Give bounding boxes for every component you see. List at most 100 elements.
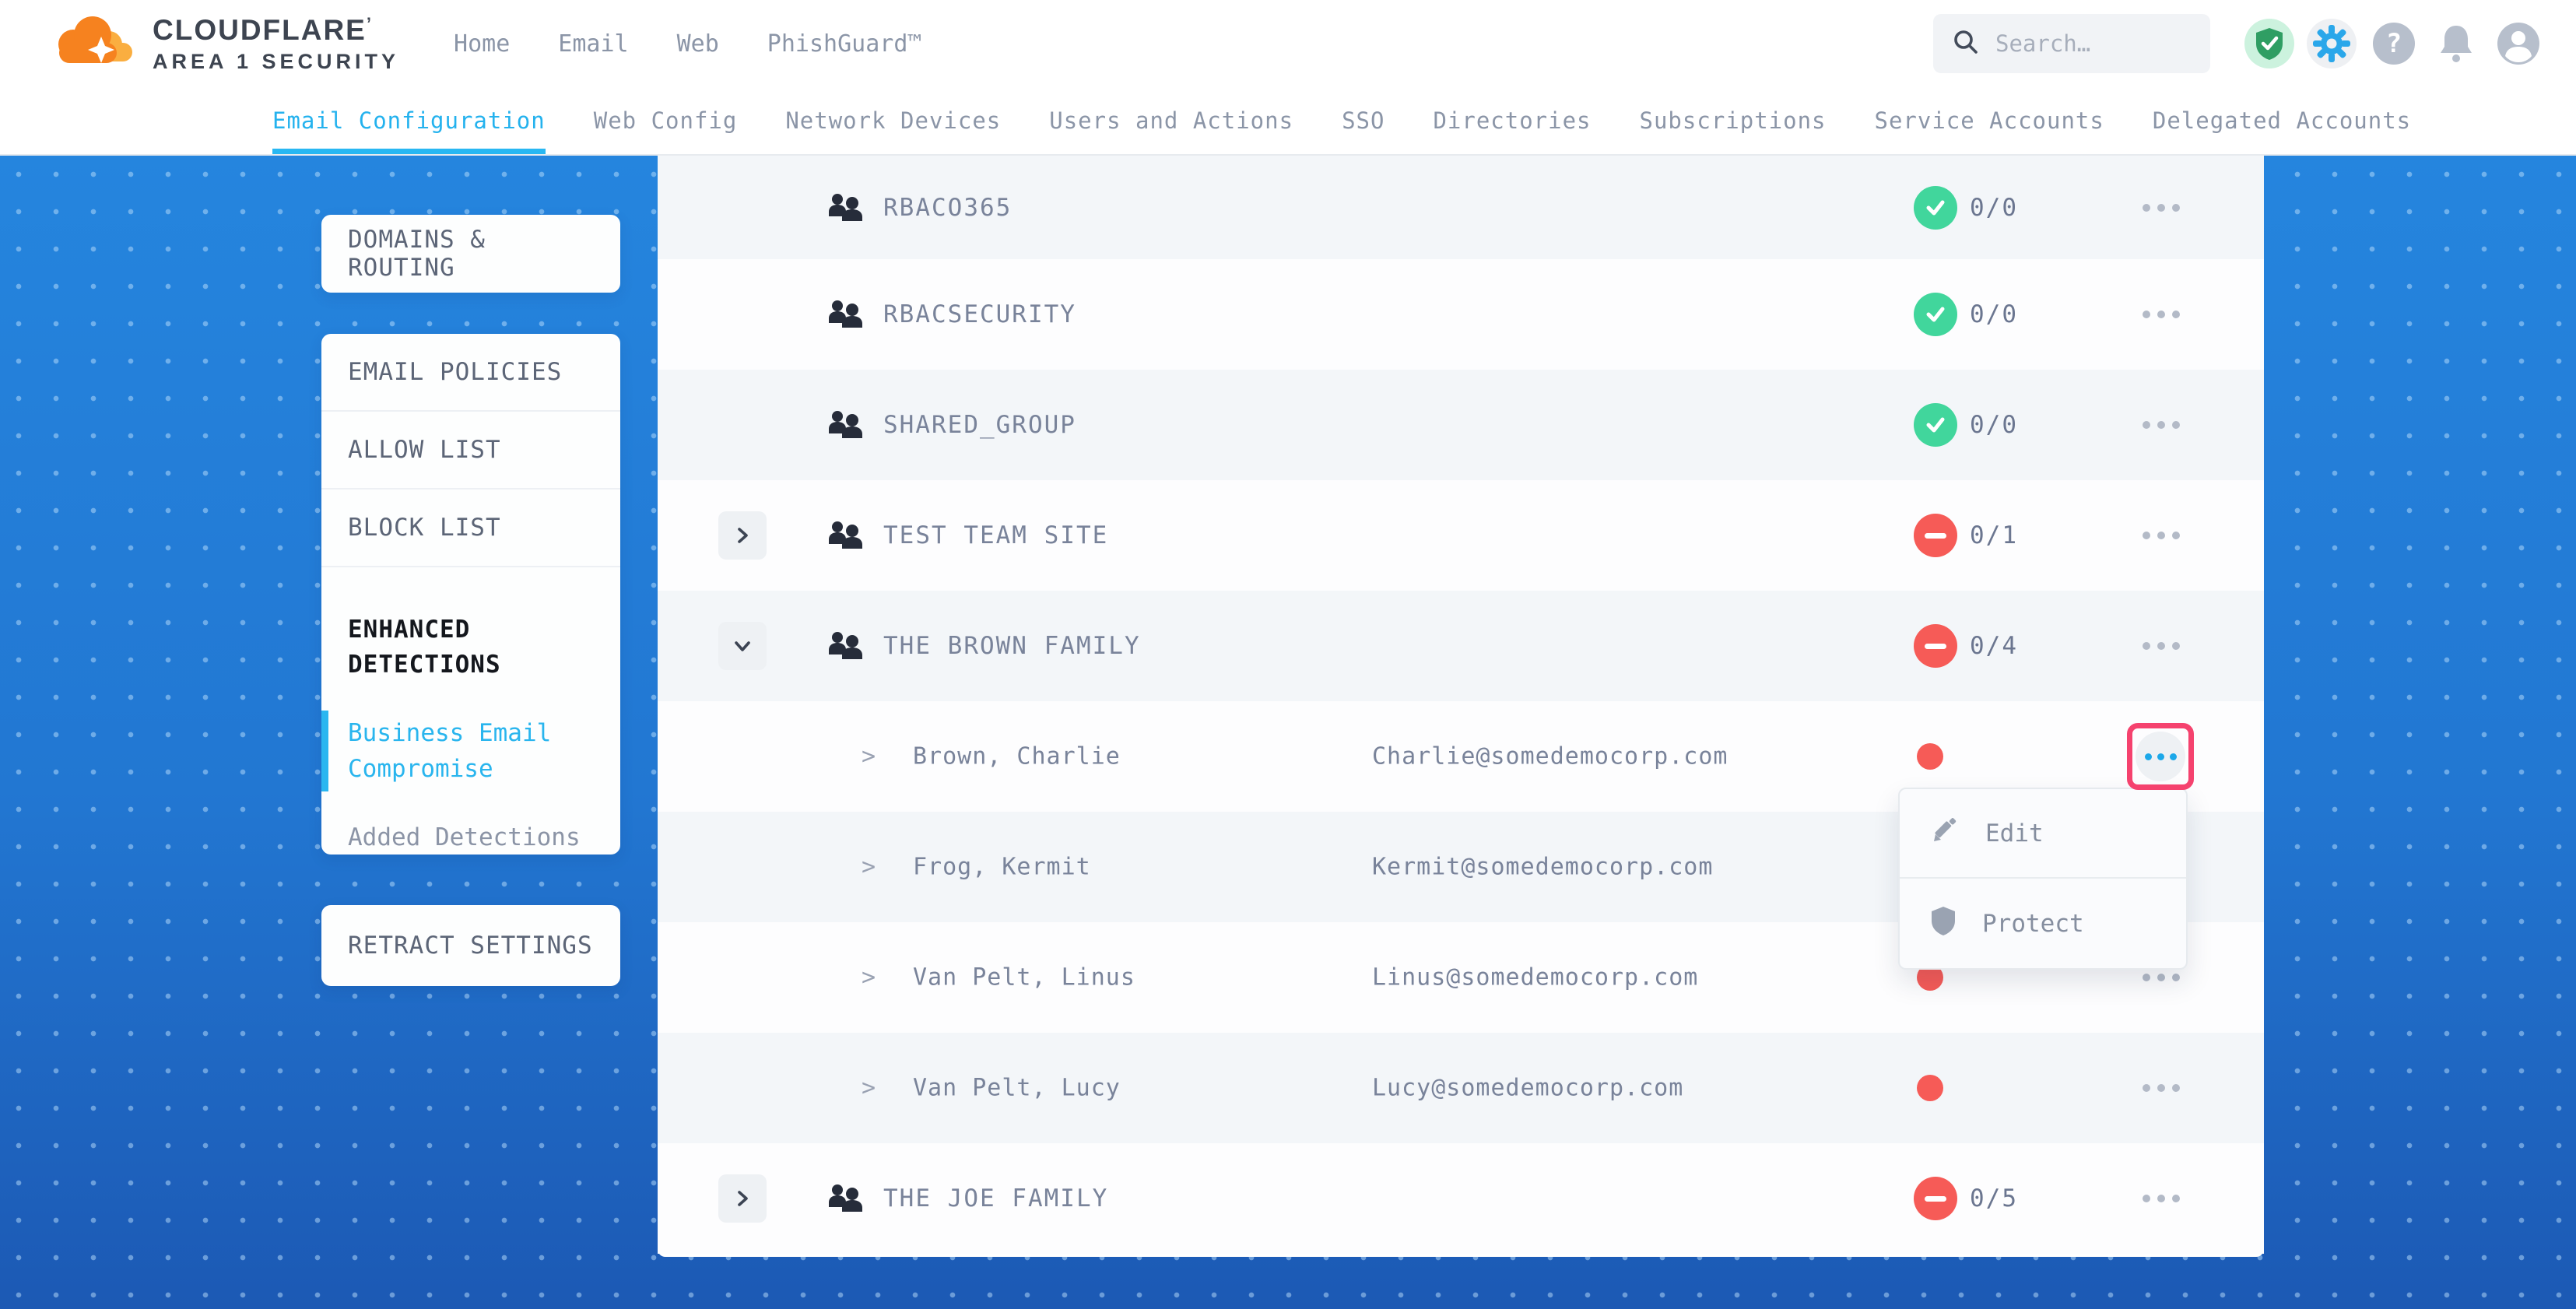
top-right-controls: ? xyxy=(1933,0,2543,87)
group-name: RBACSECURITY xyxy=(883,300,1076,328)
content-area: DOMAINS & ROUTING EMAIL POLICIESALLOW LIS… xyxy=(0,156,2576,1309)
user-email: Lucy@somedemocorp.com xyxy=(1372,1075,1683,1102)
table-row-group-shared-group: SHARED_GROUP0/0 xyxy=(658,370,2264,480)
protection-count: 0/0 xyxy=(1970,300,2018,328)
user-expand-chevron[interactable]: > xyxy=(862,854,876,881)
protection-count: 0/1 xyxy=(1970,521,2018,549)
tab-subscriptions[interactable]: Subscriptions xyxy=(1640,87,1827,154)
nav-link-phishguard[interactable]: PhishGuard™ xyxy=(767,30,922,58)
sidebar-item-business-email-compromise[interactable]: Business Email Compromise xyxy=(348,715,581,787)
row-actions-button[interactable] xyxy=(2136,732,2185,781)
group-people-icon xyxy=(827,300,863,329)
brand-subtitle: AREA 1 SECURITY xyxy=(153,51,399,72)
help-icon[interactable]: ? xyxy=(2369,19,2419,68)
minus-glyph xyxy=(1925,644,1946,649)
user-email: Linus@somedemocorp.com xyxy=(1372,964,1698,991)
user-expand-chevron[interactable]: > xyxy=(862,743,876,770)
sidebar-item-domains-routing[interactable]: DOMAINS & ROUTING xyxy=(321,215,620,293)
gear-icon[interactable] xyxy=(2307,19,2357,68)
minus-glyph xyxy=(1925,1196,1946,1202)
sidebar-card: RETRACT SETTINGS xyxy=(321,905,620,986)
shield-check-icon[interactable] xyxy=(2244,19,2294,68)
status-alert-badge xyxy=(1914,1177,1957,1220)
group-people-icon xyxy=(827,521,863,550)
table-row-user-van-pelt-lucy: > Van Pelt, Lucy Lucy@somedemocorp.com xyxy=(658,1033,2264,1143)
tab-directories[interactable]: Directories xyxy=(1433,87,1591,154)
nav-link-web[interactable]: Web xyxy=(677,30,719,58)
tab-delegated-accounts[interactable]: Delegated Accounts xyxy=(2153,87,2411,154)
row-actions-button[interactable] xyxy=(2143,311,2180,318)
sidebar-item-allow-list[interactable]: ALLOW LIST xyxy=(321,412,620,490)
logo-text: CLOUDFLARE’ AREA 1 SECURITY xyxy=(153,16,399,72)
table-row-group-test-team-site: TEST TEAM SITE 0/1 xyxy=(658,480,2264,591)
tab-web-config[interactable]: Web Config xyxy=(594,87,738,154)
sidebar-item-email-policies[interactable]: EMAIL POLICIES xyxy=(321,334,620,412)
menu-item-label: Protect xyxy=(1982,910,2084,938)
sidebar-item-added-detections[interactable]: Added Detections xyxy=(348,819,581,855)
protection-count: 0/5 xyxy=(1970,1184,2018,1212)
tab-sso[interactable]: SSO xyxy=(1342,87,1385,154)
menu-item-edit[interactable]: Edit xyxy=(1900,789,2186,879)
tab-email-configuration[interactable]: Email Configuration xyxy=(272,87,546,154)
search-icon xyxy=(1952,28,1980,59)
user-name: Frog, Kermit xyxy=(913,854,1091,881)
status-alert-badge xyxy=(1914,624,1957,668)
expand-row-button[interactable] xyxy=(718,511,767,560)
table-row-group-the-brown-family: THE BROWN FAMILY 0/4 xyxy=(658,591,2264,701)
protection-count: 0/0 xyxy=(1970,411,2018,439)
minus-glyph xyxy=(1925,533,1946,539)
top-navigation: Home Email Web PhishGuard™ xyxy=(454,30,921,58)
brand-name: CLOUDFLARE’ xyxy=(153,16,399,44)
protection-count: 0/4 xyxy=(1970,632,2018,660)
row-actions-button[interactable] xyxy=(2143,974,2180,981)
table-row-group-rbacsecurity: RBACSECURITY 0/0 xyxy=(658,259,2264,370)
user-name: Brown, Charlie xyxy=(913,743,1121,770)
app-window: CLOUDFLARE’ AREA 1 SECURITY Home Email Web… xyxy=(0,0,2576,1309)
table-row-group-rbaco365: RBACO3650/0 xyxy=(658,156,2264,259)
row-actions-button[interactable] xyxy=(2143,421,2180,429)
section-tabs: Email Configuration Web Config Network Dev… xyxy=(0,87,2576,156)
collapse-row-button[interactable] xyxy=(718,622,767,670)
cloudflare-logo: CLOUDFLARE’ AREA 1 SECURITY xyxy=(50,13,399,74)
group-name: THE BROWN FAMILY xyxy=(883,632,1141,660)
row-actions-button[interactable] xyxy=(2143,532,2180,539)
row-actions-button[interactable] xyxy=(2143,642,2180,650)
user-email: Kermit@somedemocorp.com xyxy=(1372,854,1713,881)
nav-link-email[interactable]: Email xyxy=(558,30,628,58)
row-actions-button[interactable] xyxy=(2143,204,2180,212)
group-name: TEST TEAM SITE xyxy=(883,521,1108,549)
menu-item-protect[interactable]: Protect xyxy=(1900,879,2186,968)
status-ok-badge xyxy=(1914,403,1957,447)
status-alert-dot xyxy=(1917,1075,1943,1101)
sidebar-item-retract-settings[interactable]: RETRACT SETTINGS xyxy=(321,905,620,986)
sidebar-card: DOMAINS & ROUTING xyxy=(321,215,620,293)
nav-link-home[interactable]: Home xyxy=(454,30,510,58)
status-ok-badge xyxy=(1914,186,1957,230)
status-alert-badge xyxy=(1914,514,1957,557)
bell-icon[interactable] xyxy=(2431,19,2481,68)
group-people-icon xyxy=(827,410,863,440)
user-email: Charlie@somedemocorp.com xyxy=(1372,743,1728,770)
sidebar-section-enhanced-detections: ENHANCED DETECTIONSBusiness Email Compro… xyxy=(321,567,620,855)
tab-network-devices[interactable]: Network Devices xyxy=(785,87,1001,154)
search-box[interactable] xyxy=(1933,14,2210,73)
action-highlight-ring xyxy=(2127,723,2194,790)
row-actions-button[interactable] xyxy=(2143,1084,2180,1092)
tab-users-and-actions[interactable]: Users and Actions xyxy=(1049,87,1293,154)
header-icons: ? xyxy=(2244,19,2543,68)
sidebar-card: EMAIL POLICIESALLOW LISTBLOCK LISTENHANC… xyxy=(321,334,620,855)
brand-mark: ’ xyxy=(367,14,373,33)
account-icon[interactable] xyxy=(2494,19,2543,68)
group-name: THE JOE FAMILY xyxy=(883,1184,1108,1212)
search-input[interactable] xyxy=(1995,30,2190,57)
user-expand-chevron[interactable]: > xyxy=(862,964,876,991)
sidebar-item-block-list[interactable]: BLOCK LIST xyxy=(321,490,620,567)
directory-table: RBACO3650/0RBACSECURITY0/0SHARED_GROUP0/… xyxy=(658,156,2264,1257)
row-actions-button[interactable] xyxy=(2143,1195,2180,1202)
group-name: RBACO365 xyxy=(883,194,1012,222)
expand-row-button[interactable] xyxy=(718,1174,767,1223)
user-expand-chevron[interactable]: > xyxy=(862,1075,876,1102)
user-name: Van Pelt, Lucy xyxy=(913,1075,1121,1102)
tab-service-accounts[interactable]: Service Accounts xyxy=(1875,87,2104,154)
pencil-icon xyxy=(1929,815,1960,852)
